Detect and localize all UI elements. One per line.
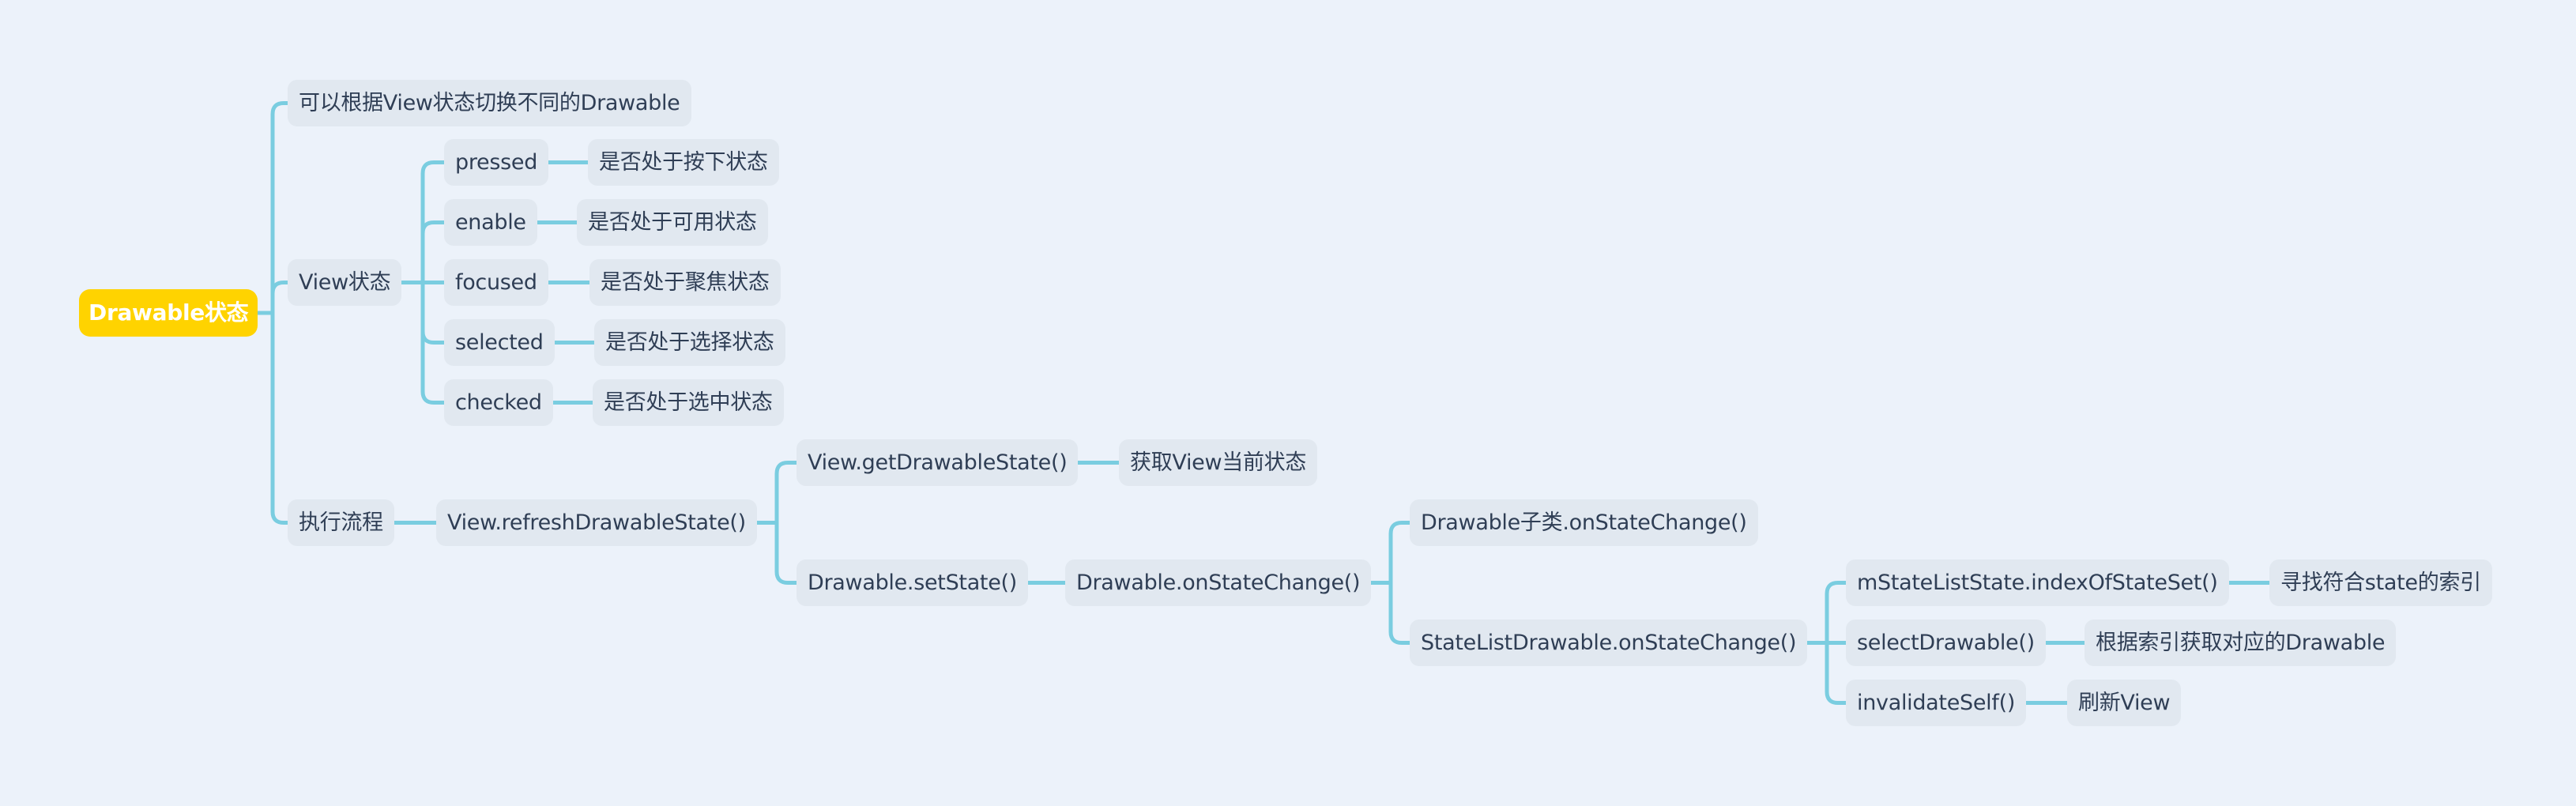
connector-line [420, 282, 444, 345]
topic-description[interactable]: 可以根据View状态切换不同的Drawable [288, 80, 691, 126]
connector-line [1388, 521, 1410, 583]
topic-focused-description[interactable]: 是否处于聚焦状态 [589, 259, 781, 306]
topic-invalidate-self-description[interactable]: 刷新View [2067, 680, 2182, 726]
topic-index-of-state-set-description[interactable]: 寻找符合state的索引 [2269, 559, 2492, 606]
connector-line [420, 160, 444, 283]
connector-line [270, 313, 288, 525]
topic-enable[interactable]: enable [444, 199, 537, 246]
topic-get-drawable-state-description[interactable]: 获取View当前状态 [1119, 439, 1318, 486]
root-topic[interactable]: Drawable状态 [79, 289, 258, 337]
topic-checked-description[interactable]: 是否处于选中状态 [593, 379, 784, 426]
topic-view-state[interactable]: View状态 [288, 259, 402, 306]
topic-subclass-on-state-change[interactable]: Drawable子类.onStateChange() [1410, 499, 1758, 546]
mindmap-canvas: Drawable状态 可以根据View状态切换不同的Drawable View状… [0, 0, 2576, 806]
topic-execution-flow[interactable]: 执行流程 [288, 499, 394, 546]
connector-line [270, 101, 288, 313]
connector-line [420, 282, 444, 405]
topic-refresh-drawable-state[interactable]: View.refreshDrawableState() [436, 499, 757, 546]
topic-checked[interactable]: checked [444, 379, 553, 426]
topic-index-of-state-set[interactable]: mStateListState.indexOfStateSet() [1846, 559, 2229, 606]
topic-select-drawable-description[interactable]: 根据索引获取对应的Drawable [2085, 620, 2397, 666]
topic-pressed-description[interactable]: 是否处于按下状态 [588, 139, 779, 186]
connector-line [1388, 582, 1410, 645]
topic-select-drawable[interactable]: selectDrawable() [1846, 620, 2046, 666]
topic-drawable-on-state-change[interactable]: Drawable.onStateChange() [1065, 559, 1372, 606]
connector-line [774, 522, 797, 585]
connector-line [1825, 642, 1846, 705]
topic-invalidate-self[interactable]: invalidateSelf() [1846, 680, 2027, 726]
topic-enable-description[interactable]: 是否处于可用状态 [577, 199, 768, 246]
connector-line [270, 281, 288, 313]
connector-line [774, 461, 797, 523]
topic-selected[interactable]: selected [444, 319, 555, 366]
topic-drawable-set-state[interactable]: Drawable.setState() [797, 559, 1028, 606]
topic-statelist-on-state-change[interactable]: StateListDrawable.onStateChange() [1410, 620, 1808, 666]
topic-pressed[interactable]: pressed [444, 139, 549, 186]
topic-selected-description[interactable]: 是否处于选择状态 [594, 319, 785, 366]
topic-focused[interactable]: focused [444, 259, 548, 306]
topic-get-drawable-state[interactable]: View.getDrawableState() [797, 439, 1079, 486]
connector-line [1825, 581, 1846, 643]
connector-line [420, 220, 444, 283]
